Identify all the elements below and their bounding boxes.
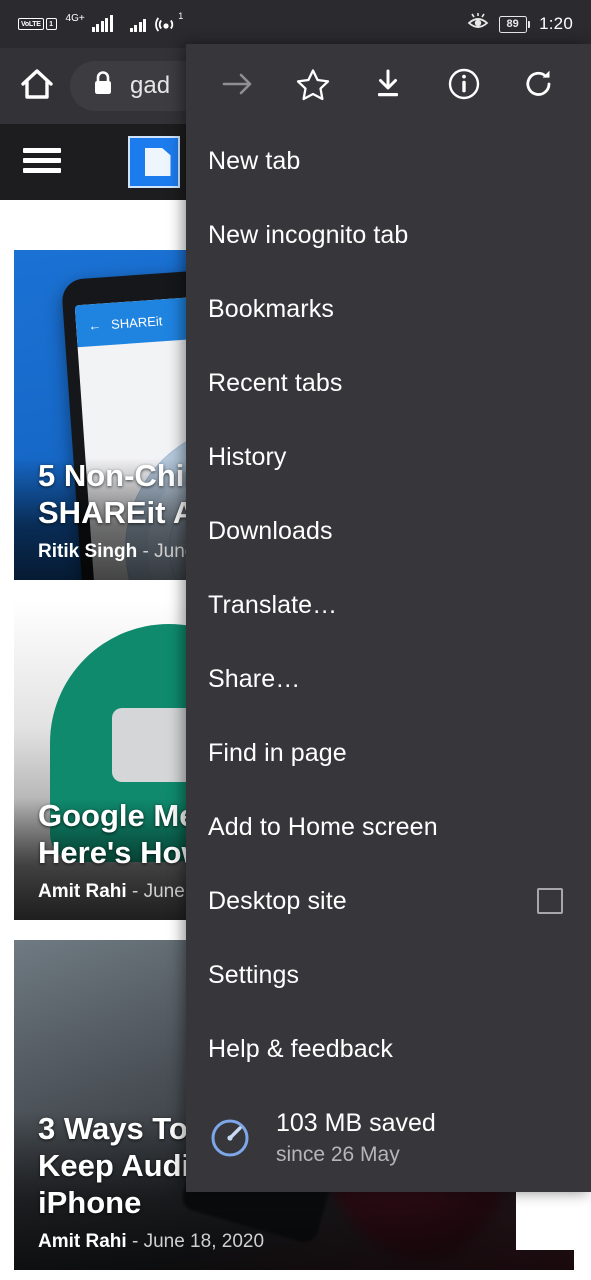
data-saver-since: since 26 May xyxy=(276,1142,400,1166)
site-logo-icon[interactable] xyxy=(128,136,180,188)
menu-item-recent-tabs[interactable]: Recent tabs xyxy=(186,346,591,420)
menu-item-desktop-site[interactable]: Desktop site xyxy=(186,864,591,938)
battery-level-text: 89 xyxy=(498,15,527,33)
bookmark-star-icon[interactable] xyxy=(287,58,339,110)
menu-item-label: Help & feedback xyxy=(208,1034,393,1063)
menu-item-history[interactable]: History xyxy=(186,420,591,494)
article-author: Amit Rahi xyxy=(38,1231,127,1253)
menu-item-label: Share… xyxy=(208,664,301,693)
lock-icon xyxy=(92,70,114,103)
article-date: June 18, 2020 xyxy=(143,1231,265,1253)
app-label: SHAREit xyxy=(110,312,163,332)
menu-item-downloads[interactable]: Downloads xyxy=(186,494,591,568)
article-author: Amit Rahi xyxy=(38,881,127,903)
status-bar: VoLTE 1 4G+ 1 89 1:20 xyxy=(0,0,591,48)
desktop-site-checkbox[interactable] xyxy=(537,888,563,914)
hamburger-menu-icon[interactable] xyxy=(22,145,62,180)
menu-item-label: Bookmarks xyxy=(208,294,334,323)
home-icon[interactable] xyxy=(18,65,56,108)
menu-item-label: New incognito tab xyxy=(208,220,409,249)
menu-item-help-and-feedback[interactable]: Help & feedback xyxy=(186,1012,591,1086)
hotspot-icon: 1 xyxy=(155,11,183,34)
menu-item-label: Desktop site xyxy=(208,886,347,915)
menu-item-label: Downloads xyxy=(208,516,333,545)
byline-separator: - xyxy=(131,881,139,903)
menu-item-bookmarks[interactable]: Bookmarks xyxy=(186,272,591,346)
menu-item-label: Settings xyxy=(208,960,300,989)
article-byline: Amit Rahi - June 18, 2020 xyxy=(38,1231,550,1254)
phone-screen: ← SHAREit Nearby 5 Non-Chinese Alternati… xyxy=(0,0,591,1280)
menu-item-label: Recent tabs xyxy=(208,368,343,397)
volte-icon: VoLTE 1 xyxy=(18,18,57,30)
menu-item-label: History xyxy=(208,442,287,471)
menu-quick-actions xyxy=(186,44,591,124)
download-icon[interactable] xyxy=(362,58,414,110)
url-text: gad xyxy=(130,72,171,99)
menu-item-find-in-page[interactable]: Find in page xyxy=(186,716,591,790)
menu-item-new-tab[interactable]: New tab xyxy=(186,124,591,198)
data-saver-text: 103 MB saved since 26 May xyxy=(276,1108,436,1168)
signal-bars-icon xyxy=(91,15,113,32)
browser-overflow-menu: New tab New incognito tab Bookmarks Rece… xyxy=(186,44,591,1192)
menu-item-data-saver[interactable]: 103 MB saved since 26 May xyxy=(186,1086,591,1190)
battery-icon: 89 xyxy=(498,15,531,33)
back-arrow-icon: ← xyxy=(87,317,102,333)
forward-icon[interactable] xyxy=(212,58,264,110)
reload-icon[interactable] xyxy=(513,58,565,110)
menu-item-label: Translate… xyxy=(208,590,338,619)
eye-comfort-icon xyxy=(466,11,490,38)
signal-bars-secondary-icon xyxy=(129,16,147,32)
data-saver-amount: 103 MB saved xyxy=(276,1108,436,1137)
menu-item-translate[interactable]: Translate… xyxy=(186,568,591,642)
menu-item-share[interactable]: Share… xyxy=(186,642,591,716)
article-author: Ritik Singh xyxy=(38,541,138,563)
menu-item-add-to-home-screen[interactable]: Add to Home screen xyxy=(186,790,591,864)
network-type-label: 4G+ xyxy=(65,12,85,24)
menu-item-label: New tab xyxy=(208,146,301,175)
menu-item-new-incognito-tab[interactable]: New incognito tab xyxy=(186,198,591,272)
byline-separator: - xyxy=(142,541,149,563)
menu-item-settings[interactable]: Settings xyxy=(186,938,591,1012)
page-info-icon[interactable] xyxy=(438,58,490,110)
status-clock: 1:20 xyxy=(539,14,573,33)
menu-item-label: Add to Home screen xyxy=(208,812,438,841)
byline-separator: - xyxy=(131,1231,139,1253)
menu-item-label: Find in page xyxy=(208,738,347,767)
data-saver-gauge-icon xyxy=(208,1116,252,1160)
